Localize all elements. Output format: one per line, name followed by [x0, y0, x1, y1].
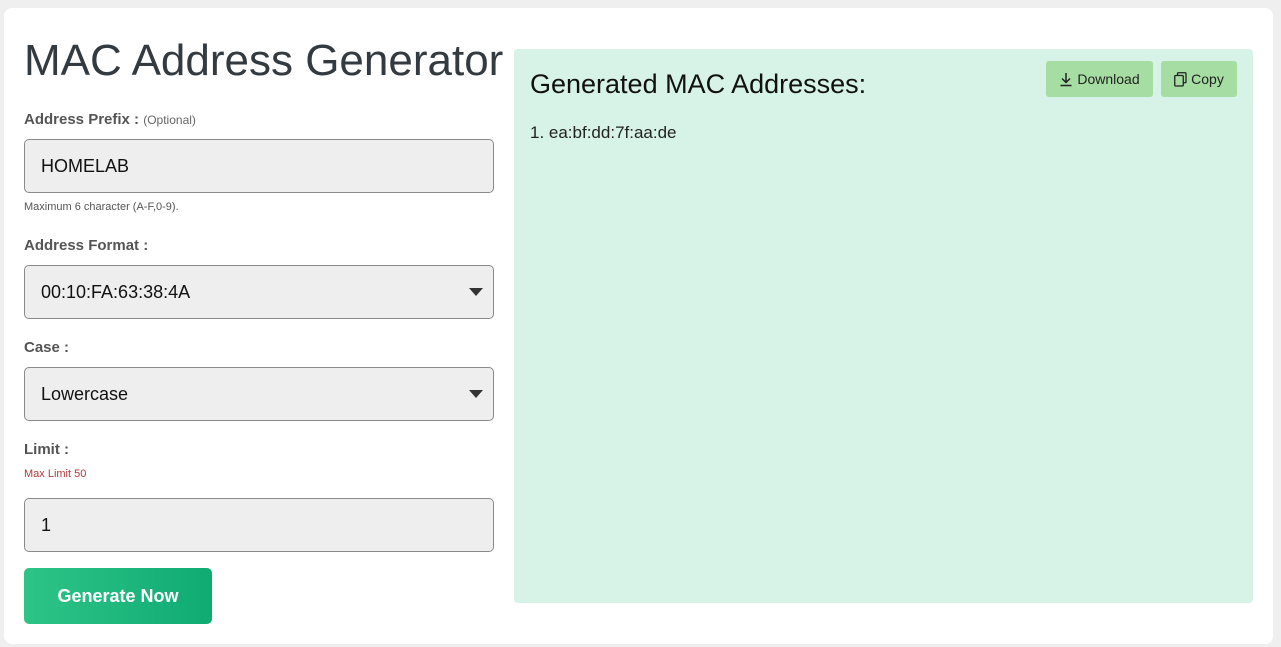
- download-label: Download: [1077, 71, 1140, 87]
- download-icon: [1060, 72, 1072, 86]
- download-button[interactable]: Download: [1046, 61, 1153, 97]
- format-select[interactable]: 00:10:FA:63:38:4A: [24, 265, 494, 319]
- generate-button[interactable]: Generate Now: [24, 568, 212, 624]
- prefix-input-value: HOMELAB: [41, 155, 130, 176]
- results-panel: Generated MAC Addresses: Download Copy 1…: [514, 49, 1253, 603]
- copy-icon: [1174, 71, 1187, 87]
- case-select[interactable]: Lowercase: [24, 367, 494, 421]
- format-label: Address Format :: [24, 237, 149, 254]
- result-list-item: 1. ea:bf:dd:7f:aa:de: [530, 123, 677, 142]
- limit-input[interactable]: 1: [24, 498, 494, 552]
- limit-label: Limit :: [24, 441, 69, 458]
- case-select-value: Lowercase: [41, 383, 129, 404]
- chevron-down-icon: [469, 288, 483, 296]
- case-label: Case :: [24, 339, 70, 356]
- copy-button[interactable]: Copy: [1161, 61, 1237, 97]
- copy-label: Copy: [1191, 71, 1224, 87]
- limit-hint: Max Limit 50: [24, 468, 87, 480]
- limit-input-value: 1: [41, 514, 52, 535]
- prefix-label-text: Address Prefix :: [24, 111, 140, 128]
- prefix-input[interactable]: HOMELAB: [24, 139, 494, 193]
- prefix-hint: Maximum 6 character (A-F,0-9).: [24, 201, 179, 213]
- generator-card: MAC Address Generator Address Prefix : (…: [4, 8, 1273, 644]
- page-title: MAC Address Generator: [24, 36, 504, 85]
- chevron-down-icon: [469, 390, 483, 398]
- results-title: Generated MAC Addresses:: [530, 69, 867, 99]
- prefix-optional-note: (Optional): [143, 113, 196, 127]
- prefix-label: Address Prefix : (Optional): [24, 111, 196, 128]
- format-select-value: 00:10:FA:63:38:4A: [41, 281, 191, 302]
